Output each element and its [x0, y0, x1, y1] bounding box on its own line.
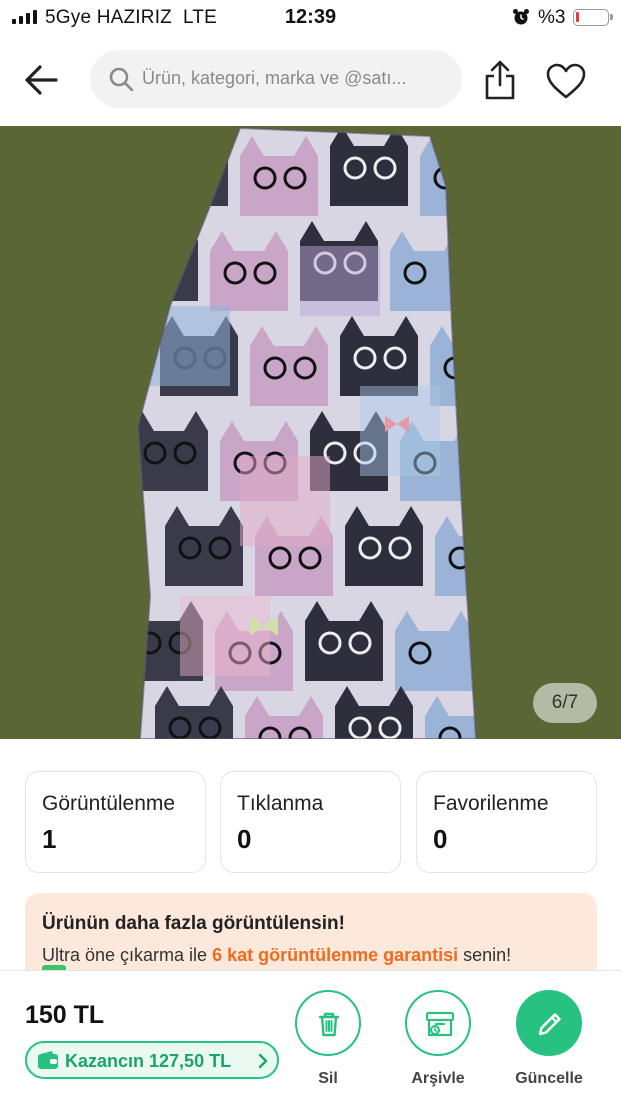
archive-circle[interactable] [405, 990, 471, 1056]
promo-title: Ürünün daha fazla görüntülensin! [42, 913, 345, 934]
promo-desc-prefix: Ultra öne çıkarma ile [42, 945, 213, 965]
bottom-action-bar: 150 TL Kazancın 127,50 TL Sil Arşivle Gü… [0, 970, 621, 1105]
leggings-image [0, 126, 621, 739]
stat-label: Tıklanma [237, 792, 324, 815]
battery-percent: %3 [538, 7, 566, 28]
network-type: LTE [182, 7, 217, 28]
stat-value: 1 [42, 824, 57, 854]
earnings-text: Kazancın 127,50 TL [65, 1051, 232, 1071]
update-label: Güncelle [515, 1070, 583, 1087]
stat-label: Görüntülenme [42, 792, 176, 815]
archive-button[interactable]: Arşivle [390, 990, 486, 1088]
stat-card-views: Görüntülenme 1 [25, 771, 206, 873]
stat-value: 0 [237, 824, 252, 854]
price: 150 TL [25, 1001, 105, 1029]
heart-icon[interactable] [545, 62, 587, 100]
search-input[interactable]: Ürün, kategori, marka ve @satı... [90, 50, 462, 108]
carrier-name: 5Gye HAZIRIZ [45, 7, 172, 28]
signal-icon [12, 10, 37, 24]
stat-card-clicks: Tıklanma 0 [220, 771, 401, 873]
search-placeholder: Ürün, kategori, marka ve @satı... [142, 68, 407, 88]
back-arrow-icon[interactable] [22, 62, 62, 98]
status-bar: 5Gye HAZIRIZ LTE 12:39 %3 [0, 0, 621, 36]
promo-highlight: 6 kat görüntülenme garantisi [212, 945, 459, 965]
header: Ürün, kategori, marka ve @satı... [0, 36, 621, 126]
alarm-icon [513, 9, 529, 25]
wallet-icon [38, 1051, 58, 1069]
carrier-text: 5Gye HAZIRIZ LTE [45, 7, 217, 29]
battery-icon [573, 9, 613, 26]
pencil-icon [538, 1013, 561, 1036]
product-photo[interactable] [0, 126, 621, 739]
stat-value: 0 [433, 824, 448, 854]
update-circle[interactable] [516, 990, 582, 1056]
delete-label: Sil [318, 1070, 338, 1087]
trash-icon [318, 1012, 340, 1037]
image-counter: 6/7 [533, 683, 597, 723]
chevron-right-icon [258, 1053, 268, 1069]
update-button[interactable]: Güncelle [501, 990, 597, 1088]
stat-card-favorites: Favorilenme 0 [416, 771, 597, 873]
earnings-button[interactable]: Kazancın 127,50 TL [25, 1041, 279, 1079]
delete-circle[interactable] [295, 990, 361, 1056]
search-icon [109, 67, 134, 92]
stat-label: Favorilenme [433, 792, 549, 815]
promo-desc-suffix: senin! [458, 945, 512, 965]
share-icon[interactable] [482, 58, 518, 102]
archive-label: Arşivle [411, 1070, 465, 1087]
delete-button[interactable]: Sil [280, 990, 376, 1088]
promo-description: Ultra öne çıkarma ile 6 kat görüntülenme… [42, 945, 511, 966]
archive-icon [425, 1011, 455, 1037]
